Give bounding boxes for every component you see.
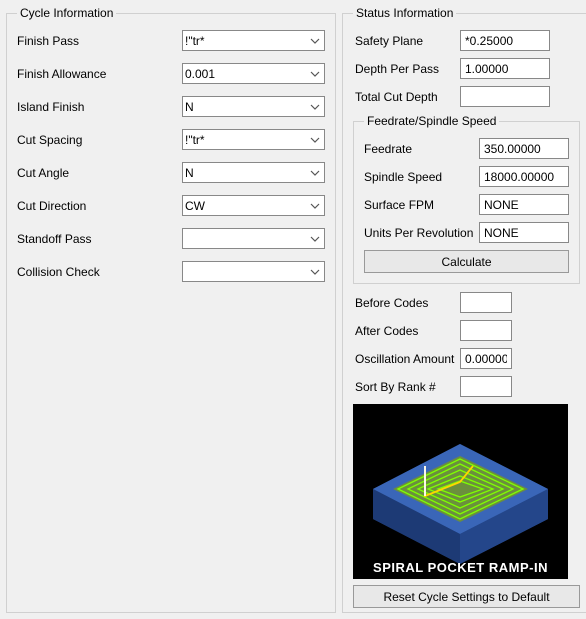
status-information-group: Status Information Safety Plane Depth Pe…: [342, 6, 586, 613]
row-finish-pass: Finish Pass !"tr*: [17, 30, 325, 51]
label-units-per-rev: Units Per Revolution: [364, 226, 479, 240]
row-osc-amount: Oscillation Amount: [353, 348, 580, 369]
row-finish-allowance: Finish Allowance 0.001: [17, 63, 325, 84]
collision-check-select[interactable]: [182, 261, 325, 282]
feedrate-spindle-group: Feedrate/Spindle Speed Feedrate Spindle …: [353, 114, 580, 284]
label-finish-allowance: Finish Allowance: [17, 67, 182, 81]
cycle-preview-image: SPIRAL POCKET RAMP-IN: [353, 404, 568, 579]
label-cut-angle: Cut Angle: [17, 166, 182, 180]
label-finish-pass: Finish Pass: [17, 34, 182, 48]
cut-angle-select[interactable]: N: [182, 162, 325, 183]
row-cut-direction: Cut Direction CW: [17, 195, 325, 216]
label-after-codes: After Codes: [355, 324, 460, 338]
row-collision-check: Collision Check: [17, 261, 325, 282]
label-feedrate: Feedrate: [364, 142, 479, 156]
label-before-codes: Before Codes: [355, 296, 460, 310]
label-safety-plane: Safety Plane: [355, 34, 460, 48]
cycle-information-group: Cycle Information Finish Pass !"tr* Fini…: [6, 6, 336, 613]
row-safety-plane: Safety Plane: [353, 30, 580, 51]
row-depth-per-pass: Depth Per Pass: [353, 58, 580, 79]
row-spindle-speed: Spindle Speed: [364, 166, 569, 187]
total-cut-depth-input[interactable]: [460, 86, 550, 107]
row-total-cut-depth: Total Cut Depth: [353, 86, 580, 107]
feedrate-input[interactable]: [479, 138, 569, 159]
row-before-codes: Before Codes: [353, 292, 580, 313]
label-collision-check: Collision Check: [17, 265, 182, 279]
row-island-finish: Island Finish N: [17, 96, 325, 117]
standoff-pass-select[interactable]: [182, 228, 325, 249]
label-standoff-pass: Standoff Pass: [17, 232, 182, 246]
finish-pass-select[interactable]: !"tr*: [182, 30, 325, 51]
cut-direction-select[interactable]: CW: [182, 195, 325, 216]
status-information-legend: Status Information: [353, 6, 456, 20]
before-codes-input[interactable]: [460, 292, 512, 313]
preview-caption: SPIRAL POCKET RAMP-IN: [353, 560, 568, 575]
row-standoff-pass: Standoff Pass: [17, 228, 325, 249]
spindle-speed-input[interactable]: [479, 166, 569, 187]
units-per-rev-input[interactable]: [479, 222, 569, 243]
label-depth-per-pass: Depth Per Pass: [355, 62, 460, 76]
row-after-codes: After Codes: [353, 320, 580, 341]
label-osc-amount: Oscillation Amount: [355, 352, 460, 366]
label-total-cut-depth: Total Cut Depth: [355, 90, 460, 104]
main-layout: Cycle Information Finish Pass !"tr* Fini…: [6, 6, 580, 613]
calculate-button[interactable]: Calculate: [364, 250, 569, 273]
cycle-information-legend: Cycle Information: [17, 6, 116, 20]
label-island-finish: Island Finish: [17, 100, 182, 114]
safety-plane-input[interactable]: [460, 30, 550, 51]
reset-cycle-button[interactable]: Reset Cycle Settings to Default: [353, 585, 580, 608]
label-cut-spacing: Cut Spacing: [17, 133, 182, 147]
finish-allowance-select[interactable]: 0.001: [182, 63, 325, 84]
feedrate-spindle-legend: Feedrate/Spindle Speed: [364, 114, 499, 128]
row-sort-by-rank: Sort By Rank #: [353, 376, 580, 397]
island-finish-select[interactable]: N: [182, 96, 325, 117]
label-spindle-speed: Spindle Speed: [364, 170, 479, 184]
row-units-per-rev: Units Per Revolution: [364, 222, 569, 243]
row-cut-angle: Cut Angle N: [17, 162, 325, 183]
surface-fpm-input[interactable]: [479, 194, 569, 215]
label-surface-fpm: Surface FPM: [364, 198, 479, 212]
label-cut-direction: Cut Direction: [17, 199, 182, 213]
osc-amount-input[interactable]: [460, 348, 512, 369]
row-surface-fpm: Surface FPM: [364, 194, 569, 215]
label-sort-by-rank: Sort By Rank #: [355, 380, 460, 394]
cut-spacing-select[interactable]: !"tr*: [182, 129, 325, 150]
after-codes-input[interactable]: [460, 320, 512, 341]
row-cut-spacing: Cut Spacing !"tr*: [17, 129, 325, 150]
depth-per-pass-input[interactable]: [460, 58, 550, 79]
sort-by-rank-input[interactable]: [460, 376, 512, 397]
row-feedrate: Feedrate: [364, 138, 569, 159]
